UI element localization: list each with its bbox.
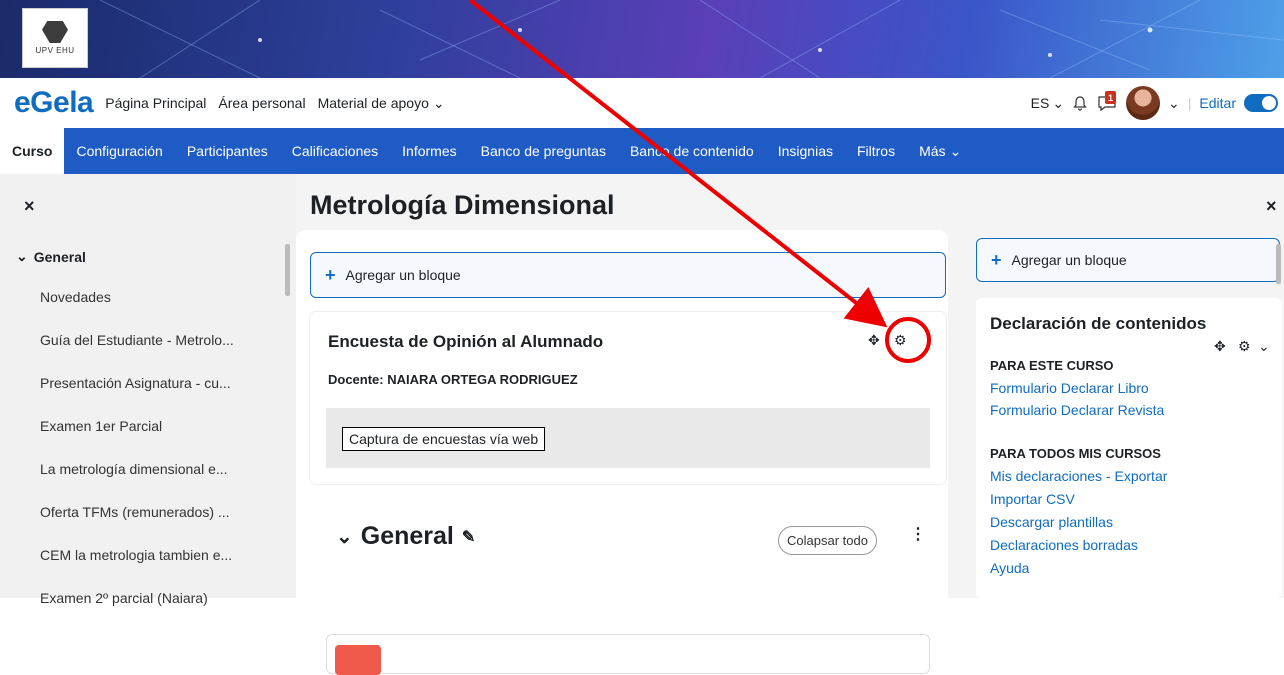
add-block-label: Agregar un bloque — [1011, 252, 1127, 268]
course-index-item[interactable]: CEM la metrologia tambien e... — [40, 547, 232, 563]
chevron-down-icon: ⌄ — [949, 142, 962, 159]
activity-item[interactable] — [326, 634, 930, 675]
main-content-area: Metrología Dimensional + Agregar un bloq… — [296, 174, 960, 675]
edit-mode-label: Editar — [1199, 95, 1236, 111]
nav-home-label: Página Principal — [105, 95, 207, 111]
nav-support-material-menu[interactable]: Material de apoyo ⌄ — [318, 95, 445, 112]
user-avatar[interactable] — [1126, 86, 1161, 120]
university-emblem-icon — [42, 21, 68, 43]
top-navbar: eGela Página Principal Área personal Mat… — [0, 78, 1284, 128]
link[interactable]: Descargar plantillas — [990, 514, 1113, 530]
chevron-down-icon: ⌄ — [432, 94, 445, 111]
drawer-scrollbar[interactable] — [1276, 244, 1281, 284]
tab-filters[interactable]: Filtros — [845, 128, 907, 174]
tab-content-bank[interactable]: Banco de contenido — [618, 128, 766, 174]
course-content-panel: + Agregar un bloque Encuesta de Opinión … — [296, 230, 948, 675]
pdf-file-icon — [335, 645, 381, 675]
survey-teacher: Docente: NAIARA ORTEGA RODRIGUEZ — [328, 372, 578, 387]
notification-bell-icon[interactable] — [1072, 95, 1088, 111]
nav-personal-area-label: Área personal — [218, 95, 306, 111]
logo-text: UPV EHU — [35, 46, 75, 55]
course-secondary-nav: Curso Configuración Participantes Califi… — [0, 128, 1284, 174]
course-index-item[interactable]: Guía del Estudiante - Metrolo... — [40, 332, 234, 348]
section-label: General — [33, 248, 86, 265]
survey-button-area: Captura de encuestas vía web — [326, 408, 930, 468]
tab-more[interactable]: Más ⌄ — [907, 128, 973, 174]
course-index-item[interactable]: La metrología dimensional e... — [40, 461, 228, 477]
tab-course[interactable]: Curso — [0, 128, 65, 174]
gear-icon[interactable]: ⚙ — [1238, 338, 1251, 355]
course-index-item[interactable]: Oferta TFMs (remunerados) ... — [40, 504, 230, 520]
kebab-menu-icon[interactable]: ⋮ — [910, 524, 926, 544]
tab-configuration[interactable]: Configuración — [64, 128, 174, 174]
add-block-label: Agregar un bloque — [345, 267, 461, 283]
course-index-item[interactable]: Presentación Asignatura - cu... — [40, 375, 231, 391]
course-index-item[interactable]: Novedades — [40, 289, 111, 305]
university-logo[interactable]: UPV EHU — [22, 8, 88, 68]
section-title: General — [360, 522, 454, 550]
plus-icon: + — [991, 249, 1002, 270]
header-banner: UPV EHU — [0, 0, 1284, 78]
tab-badges[interactable]: Insignias — [766, 128, 845, 174]
link[interactable]: Importar CSV — [990, 491, 1075, 507]
section-heading: PARA TODOS MIS CURSOS — [990, 446, 1161, 461]
link[interactable]: Formulario Declarar Libro — [990, 380, 1149, 396]
language-selector[interactable]: ES ⌄ — [1031, 95, 1064, 112]
tab-more-label: Más — [919, 143, 946, 159]
nav-support-material-label: Material de apoyo — [317, 95, 429, 111]
tab-grades[interactable]: Calificaciones — [280, 128, 390, 174]
course-index-section-general[interactable]: ⌄ General — [16, 248, 86, 265]
content-declaration-block: Declaración de contenidos ✥ ⚙ ⌄ PARA EST… — [976, 298, 1282, 598]
add-block-button[interactable]: + Agregar un bloque — [310, 252, 946, 298]
move-icon[interactable]: ✥ — [1214, 338, 1226, 355]
chevron-down-icon[interactable]: ⌄ — [1258, 338, 1270, 355]
page-title: Metrología Dimensional — [310, 190, 615, 220]
messages-badge: 1 — [1105, 91, 1117, 104]
add-block-button-right[interactable]: + Agregar un bloque — [976, 238, 1280, 282]
move-icon[interactable]: ✥ — [868, 332, 880, 349]
tab-question-bank[interactable]: Banco de preguntas — [469, 128, 618, 174]
link[interactable]: Formulario Declarar Revista — [990, 402, 1164, 418]
block-drawer: × + Agregar un bloque Declaración de con… — [960, 174, 1284, 598]
close-drawer-icon[interactable]: × — [1266, 196, 1277, 217]
drawer-scrollbar[interactable] — [285, 244, 290, 296]
chevron-down-icon: ⌄ — [16, 248, 28, 264]
nav-personal-area-link[interactable]: Área personal — [218, 95, 305, 111]
brand-logo[interactable]: eGela — [14, 86, 94, 120]
user-menu-chevron-icon[interactable]: ⌄ — [1168, 95, 1180, 112]
collapse-section-chevron-icon[interactable]: ⌄ — [336, 524, 353, 549]
nav-home-link[interactable]: Página Principal — [105, 95, 206, 111]
banner-network-graphic — [99, 0, 1284, 78]
close-drawer-icon[interactable]: × — [24, 196, 35, 217]
block-title: Declaración de contenidos — [990, 314, 1207, 333]
language-label: ES — [1030, 95, 1050, 111]
annotation-circle — [885, 317, 931, 363]
survey-block: Encuesta de Opinión al Alumnado ✥ ⚙ Doce… — [310, 312, 946, 484]
edit-pencil-icon[interactable]: ✎ — [462, 527, 475, 547]
plus-icon: + — [325, 264, 336, 285]
edit-mode-toggle[interactable] — [1244, 94, 1278, 112]
divider: | — [1187, 95, 1192, 111]
tab-reports[interactable]: Informes — [390, 128, 468, 174]
messages-button[interactable]: 1 — [1096, 91, 1118, 112]
link[interactable]: Ayuda — [990, 560, 1029, 576]
survey-block-title: Encuesta de Opinión al Alumnado — [328, 332, 604, 351]
link[interactable]: Declaraciones borradas — [990, 537, 1138, 553]
section-heading: PARA ESTE CURSO — [990, 358, 1114, 373]
course-index-item[interactable]: Examen 1er Parcial — [40, 418, 162, 434]
course-index-item[interactable]: Examen 2º parcial (Naiara) — [40, 590, 208, 606]
tab-participants[interactable]: Participantes — [175, 128, 280, 174]
collapse-all-button[interactable]: Colapsar todo — [778, 526, 877, 555]
course-index-drawer: × ⌄ General Novedades Guía del Estudiante… — [0, 174, 296, 606]
chevron-down-icon: ⌄ — [1052, 94, 1065, 111]
section-header-general: ⌄ General ✎ — [336, 522, 475, 551]
survey-capture-button[interactable]: Captura de encuestas vía web — [342, 427, 546, 451]
link[interactable]: Mis declaraciones - Exportar — [990, 468, 1167, 484]
